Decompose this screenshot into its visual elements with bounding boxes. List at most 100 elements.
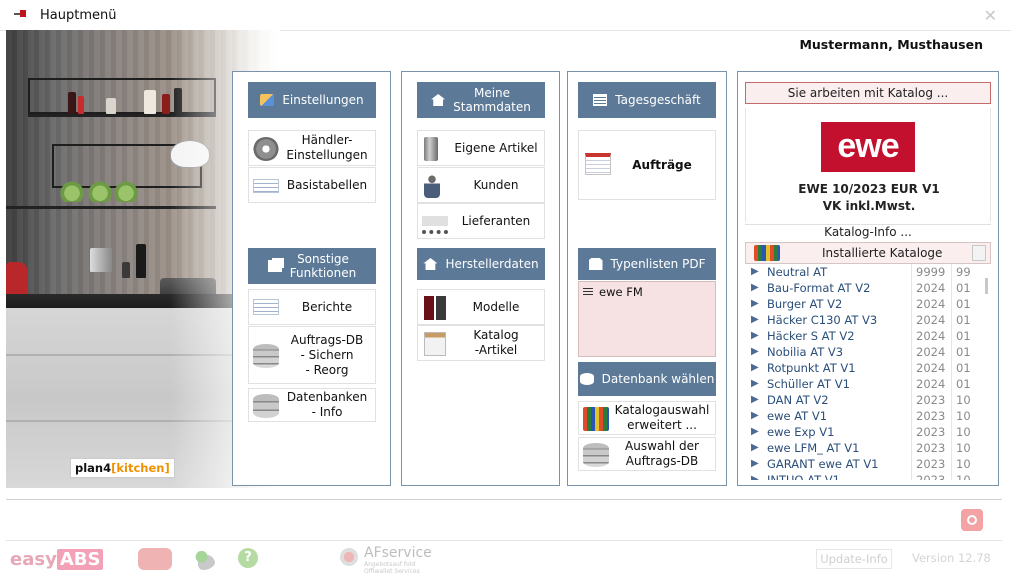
help-icon[interactable]: ? <box>238 548 258 568</box>
catalog-name: ewe AT V1 <box>767 409 828 423</box>
catalog-month: 10 <box>951 424 975 440</box>
ewe-logo: ewe <box>821 122 915 172</box>
header-tagesgeschaeft: Tagesgeschäft <box>578 82 716 118</box>
arrow-right-icon: ▶ <box>751 474 759 480</box>
catalog-row[interactable]: ▶ ewe Exp V1 2023 10 <box>745 424 991 440</box>
main-window: Hauptmenü ✕ Mustermann, Musthausen plan4 <box>0 0 1011 586</box>
copy-icon[interactable] <box>972 245 986 261</box>
lieferanten-button[interactable]: Lieferanten <box>417 203 545 239</box>
working-with-catalog[interactable]: Sie arbeiten mit Katalog ... <box>745 82 991 104</box>
catalog-year: 2024 <box>911 280 949 296</box>
catalog-month: 01 <box>951 344 975 360</box>
catalog-name: Bau-Format AT V2 <box>767 281 871 295</box>
header-datenbank-waehlen: Datenbank wählen <box>578 362 716 396</box>
catalog-row[interactable]: ▶ Häcker C130 AT V3 2024 01 <box>745 312 991 328</box>
documents-icon <box>267 260 282 272</box>
catalog-year: 2024 <box>911 344 949 360</box>
report-sheet-icon <box>253 299 279 315</box>
catalog-name: ewe Exp V1 <box>767 425 835 439</box>
auftrags-db-button[interactable]: Auftrags-DB - Sichern - Reorg <box>248 326 376 384</box>
house-icon <box>431 94 446 106</box>
settings-icon <box>260 94 275 106</box>
installed-catalogs-list[interactable]: ▶ Neutral AT 9999 99 ▶ Bau-Format AT V2 2024 01… <box>745 264 991 480</box>
header-typenlisten-pdf: Typenlisten PDF <box>578 248 716 280</box>
arrow-right-icon: ▶ <box>751 362 759 373</box>
typenlisten-list[interactable]: ewe FM <box>578 281 716 357</box>
catalog-row[interactable]: ▶ GARANT ewe AT V1 2023 10 <box>745 456 991 472</box>
katalog-artikel-button[interactable]: Katalog -Artikel <box>417 325 545 361</box>
catalog-row[interactable]: ▶ ewe LFM_ AT V1 2023 10 <box>745 440 991 456</box>
books-icon <box>754 245 780 261</box>
catalog-row[interactable]: ▶ INTUO AT V1 2023 10 <box>745 472 991 480</box>
arrow-right-icon: ▶ <box>751 314 759 325</box>
database-info-icon <box>253 394 279 418</box>
catalog-year: 9999 <box>911 264 949 280</box>
auftraege-button[interactable]: Aufträge <box>578 130 716 200</box>
catalog-month: 01 <box>951 328 975 344</box>
catalog-info-link[interactable]: Katalog-Info ... <box>745 224 991 239</box>
phone-icon[interactable] <box>138 548 172 570</box>
catalog-month: 10 <box>951 408 975 424</box>
catalog-year: 2023 <box>911 456 949 472</box>
catalog-row[interactable]: ▶ Nobilia AT V3 2024 01 <box>745 344 991 360</box>
catalog-month: 01 <box>951 280 975 296</box>
catalog-row[interactable]: ▶ Neutral AT 9999 99 <box>745 264 991 280</box>
arrow-right-icon: ▶ <box>751 426 759 437</box>
catalog-name: INTUO AT V1 <box>767 473 840 480</box>
catalog-month: 01 <box>951 376 975 392</box>
header-herstellerdaten: Herstellerdaten <box>417 248 545 280</box>
cabinet-doors-icon <box>424 296 446 320</box>
katalogauswahl-button[interactable]: Katalogauswahl erweitert ... <box>578 401 716 435</box>
basistabellen-button[interactable]: Basistabellen <box>248 167 376 203</box>
catalog-name: Rotpunkt AT V1 <box>767 361 856 375</box>
catalog-year: 2023 <box>911 392 949 408</box>
catalog-row[interactable]: ▶ Bau-Format AT V2 2024 01 <box>745 280 991 296</box>
arrow-right-icon: ▶ <box>751 298 759 309</box>
catalog-name: Nobilia AT V3 <box>767 345 844 359</box>
catalog-year: 2024 <box>911 376 949 392</box>
close-icon[interactable]: ✕ <box>984 6 997 25</box>
title-bar: Hauptmenü ✕ <box>0 0 1011 31</box>
catalog-year: 2024 <box>911 296 949 312</box>
fridge-icon <box>424 137 438 161</box>
catalog-month: 10 <box>951 392 975 408</box>
catalog-year: 2023 <box>911 440 949 456</box>
catalog-year: 2023 <box>911 472 949 480</box>
catalog-row[interactable]: ▶ Burger AT V2 2024 01 <box>745 296 991 312</box>
typenliste-item[interactable]: ewe FM <box>583 285 643 299</box>
update-info-button[interactable]: Update-Info <box>816 549 892 569</box>
power-icon[interactable] <box>961 509 983 531</box>
table-icon <box>593 94 608 106</box>
arrow-right-icon: ▶ <box>751 442 759 453</box>
catalog-row[interactable]: ▶ Rotpunkt AT V1 2024 01 <box>745 360 991 376</box>
header-einstellungen: Einstellungen <box>248 82 376 118</box>
current-catalog: ewe EWE 10/2023 EUR V1 VK inkl.Mwst. <box>745 108 991 222</box>
catalog-year: 2024 <box>911 328 949 344</box>
arrow-right-icon: ▶ <box>751 346 759 357</box>
table-sheet-icon <box>253 179 279 193</box>
modelle-button[interactable]: Modelle <box>417 289 545 325</box>
catalog-name: EWE 10/2023 EUR V1 <box>798 182 940 196</box>
divider <box>6 499 1002 500</box>
installed-catalogs-header: Installierte Kataloge <box>745 242 991 264</box>
arrow-right-icon: ▶ <box>751 282 759 293</box>
auswahl-auftrags-db-button[interactable]: Auswahl der Auftrags-DB <box>578 437 716 471</box>
catalog-month: 01 <box>951 296 975 312</box>
catalog-row[interactable]: ▶ ewe AT V1 2023 10 <box>745 408 991 424</box>
kunden-button[interactable]: Kunden <box>417 167 545 203</box>
haendler-einstellungen-button[interactable]: Händler- Einstellungen <box>248 130 376 166</box>
catalog-row[interactable]: ▶ Schüller AT V1 2024 01 <box>745 376 991 392</box>
catalog-month: 10 <box>951 472 975 480</box>
column-katalog: Sie arbeiten mit Katalog ... ewe EWE 10/… <box>737 71 999 486</box>
eigene-artikel-button[interactable]: Eigene Artikel <box>417 130 545 166</box>
user-help-icon[interactable] <box>192 548 216 570</box>
catalog-row[interactable]: ▶ DAN AT V2 2023 10 <box>745 392 991 408</box>
datenbanken-info-button[interactable]: Datenbanken - Info <box>248 388 376 422</box>
berichte-button[interactable]: Berichte <box>248 289 376 325</box>
catalog-row[interactable]: ▶ Häcker S AT V2 2024 01 <box>745 328 991 344</box>
easyabs-logo: easy ABS <box>10 546 104 574</box>
catalog-month: 01 <box>951 360 975 376</box>
catalog-month: 01 <box>951 312 975 328</box>
orders-icon <box>585 153 611 175</box>
gear-icon <box>253 137 279 161</box>
